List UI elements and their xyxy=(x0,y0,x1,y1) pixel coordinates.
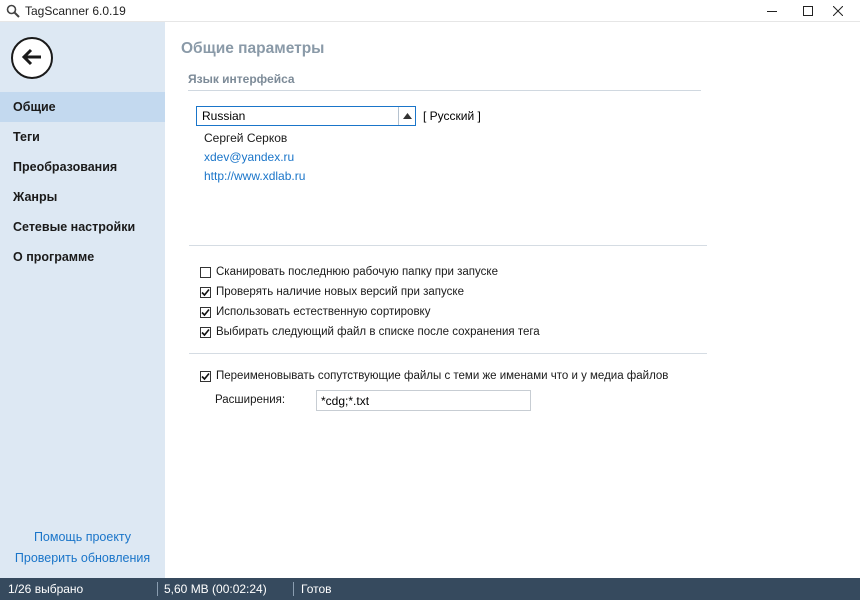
sidebar-item-about[interactable]: О программе xyxy=(0,242,165,272)
sidebar-item-network[interactable]: Сетевые настройки xyxy=(0,212,165,242)
help-project-link[interactable]: Помощь проекту xyxy=(0,527,165,548)
translator-name: Сергей Серков xyxy=(204,131,288,145)
chevron-up-icon[interactable] xyxy=(398,107,415,125)
window-title: TagScanner 6.0.19 xyxy=(25,4,126,18)
option-label: Сканировать последнюю рабочую папку при … xyxy=(216,266,498,278)
option-label: Переименовывать сопутствующие файлы с те… xyxy=(216,370,669,382)
checkmark-icon xyxy=(201,308,210,316)
option-select-next-file[interactable]: Выбирать следующий файл в списке после с… xyxy=(200,324,540,340)
language-select[interactable]: Russian xyxy=(196,106,416,126)
sidebar-links: Помощь проекту Проверить обновления xyxy=(0,527,165,569)
checkmark-icon xyxy=(201,288,210,296)
section-underline xyxy=(188,90,701,91)
check-updates-link[interactable]: Проверить обновления xyxy=(0,548,165,569)
sidebar-item-tags[interactable]: Теги xyxy=(0,122,165,152)
magnifier-icon xyxy=(6,4,20,18)
option-rename-companion-files[interactable]: Переименовывать сопутствующие файлы с те… xyxy=(200,368,668,384)
sidebar-item-genres[interactable]: Жанры xyxy=(0,182,165,212)
maximize-icon xyxy=(803,6,813,16)
selection-size: 5,60 MB (00:02:24) xyxy=(164,582,267,596)
option-scan-last-folder[interactable]: Сканировать последнюю рабочую папку при … xyxy=(200,264,498,280)
option-natural-sort[interactable]: Использовать естественную сортировку xyxy=(200,304,430,320)
minimize-icon xyxy=(767,6,777,16)
status-separator xyxy=(157,582,158,596)
close-icon xyxy=(833,6,843,16)
page-title: Общие параметры xyxy=(181,40,325,57)
language-section-title: Язык интерфейса xyxy=(188,72,295,86)
title-bar: TagScanner 6.0.19 xyxy=(0,0,860,22)
main-panel: Общие параметры Язык интерфейса Russian … xyxy=(165,22,860,578)
status-bar: 1/26 выбрано 5,60 MB (00:02:24) Готов xyxy=(0,578,860,600)
option-label: Использовать естественную сортировку xyxy=(216,306,431,318)
checkbox[interactable] xyxy=(200,286,211,298)
checkbox[interactable] xyxy=(200,266,211,278)
minimize-button[interactable] xyxy=(752,0,792,22)
checkbox[interactable] xyxy=(200,370,211,382)
arrow-left-icon xyxy=(21,48,43,69)
checkmark-icon xyxy=(201,328,210,336)
option-label: Проверять наличие новых версий при запус… xyxy=(216,286,464,298)
close-button[interactable] xyxy=(818,0,858,22)
checkbox[interactable] xyxy=(200,326,211,338)
language-select-value: Russian xyxy=(202,109,246,123)
selection-count: 1/26 выбрано xyxy=(8,582,84,596)
sidebar: Общие Теги Преобразования Жанры Сетевые … xyxy=(0,22,165,578)
sidebar-item-general[interactable]: Общие xyxy=(0,92,165,122)
checkmark-icon xyxy=(201,372,210,380)
divider xyxy=(189,353,707,354)
sidebar-nav: Общие Теги Преобразования Жанры Сетевые … xyxy=(0,92,165,272)
checkbox[interactable] xyxy=(200,306,211,318)
back-button[interactable] xyxy=(11,37,53,79)
sidebar-item-conversions[interactable]: Преобразования xyxy=(0,152,165,182)
language-native-name: [ Русский ] xyxy=(423,109,481,123)
status-separator xyxy=(293,582,294,596)
translator-email-link[interactable]: xdev@yandex.ru xyxy=(204,150,294,164)
status-text: Готов xyxy=(301,582,332,596)
option-check-updates[interactable]: Проверять наличие новых версий при запус… xyxy=(200,284,464,300)
option-label: Выбирать следующий файл в списке после с… xyxy=(216,326,540,338)
extensions-label: Расширения: xyxy=(215,394,286,406)
translator-website-link[interactable]: http://www.xdlab.ru xyxy=(204,169,305,183)
extensions-input[interactable] xyxy=(316,390,531,411)
divider xyxy=(189,245,707,246)
